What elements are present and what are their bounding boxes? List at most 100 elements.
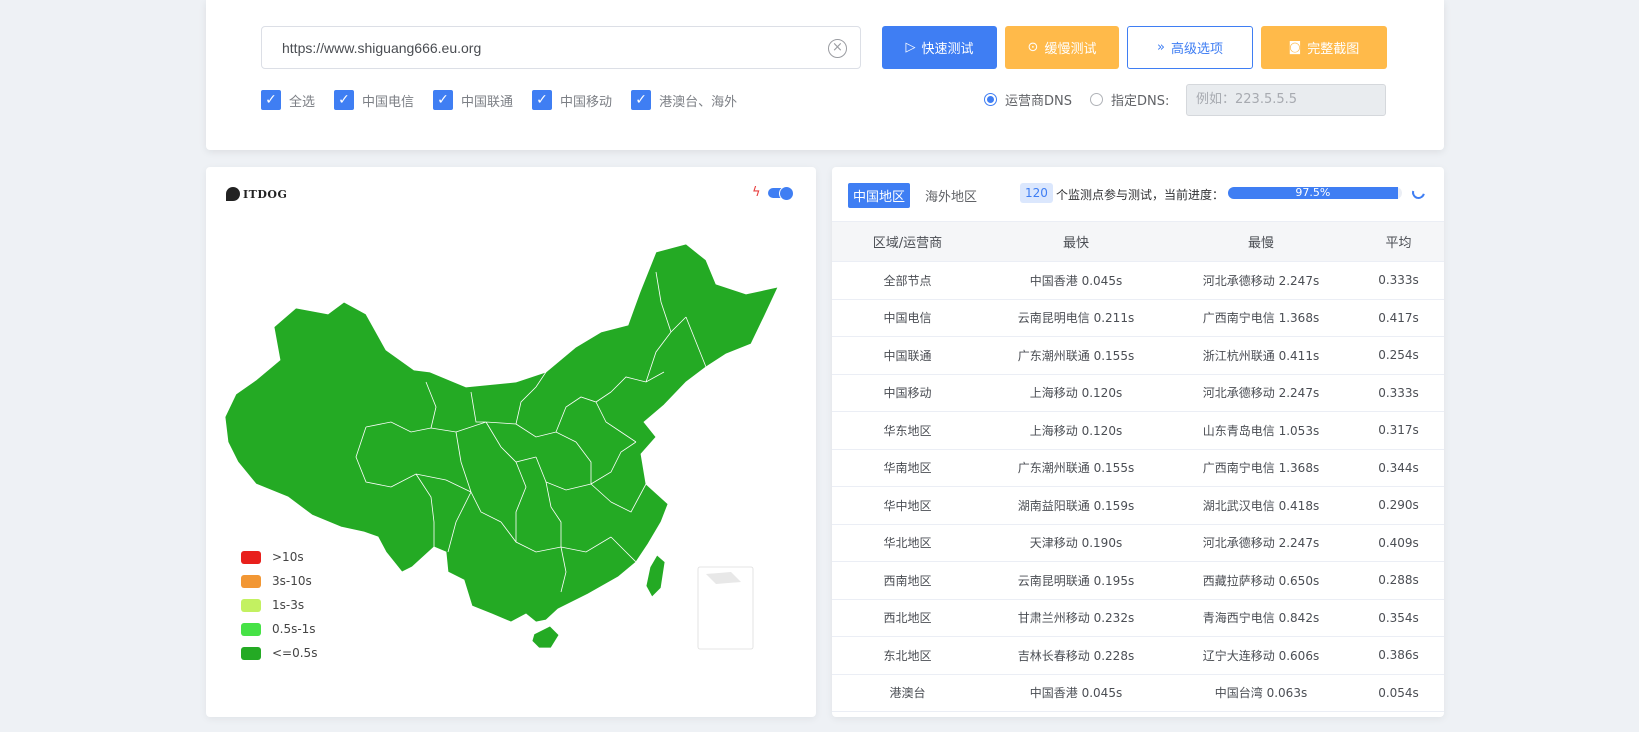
check-icon[interactable]: ✓	[631, 90, 652, 110]
camera-icon: ◙	[1288, 40, 1302, 55]
lightning-icon: ϟ	[752, 185, 761, 200]
column-header-average[interactable]: 平均	[1353, 221, 1444, 262]
cell-region: 全部节点	[832, 261, 983, 300]
column-header-region[interactable]: 区域/运营商	[832, 221, 983, 262]
filter-label: 中国电信	[362, 94, 415, 110]
check-icon[interactable]: ✓	[433, 90, 454, 110]
cell-slowest: 河北承德移动 2.247s	[1169, 524, 1353, 562]
tab-china[interactable]: 中国地区	[848, 183, 911, 208]
dog-icon	[226, 187, 240, 201]
cell-fastest: 湖南益阳联通 0.159s	[983, 486, 1169, 525]
filter-label: 全选	[289, 94, 316, 110]
table-row[interactable]: 华东地区 上海移动 0.120s 山东青岛电信 1.053s 0.317s	[832, 411, 1444, 450]
progress-bar-fill: 97.5%	[1228, 187, 1398, 199]
table-row[interactable]: 西南地区 云南昆明联通 0.195s 西藏拉萨移动 0.650s 0.288s	[832, 561, 1444, 600]
map-region-taiwan	[645, 554, 666, 598]
table-row[interactable]: 中国联通 广东潮州联通 0.155s 浙江杭州联通 0.411s 0.254s	[832, 336, 1444, 375]
table-row[interactable]: 港澳台 中国香港 0.045s 中国台湾 0.063s 0.054s	[832, 674, 1444, 712]
cell-slowest: 西藏拉萨移动 0.650s	[1169, 561, 1353, 600]
close-circle-icon[interactable]: ×	[828, 39, 847, 58]
legend-item: >10s	[241, 545, 317, 569]
table-row[interactable]: 中国电信 云南昆明电信 0.211s 广西南宁电信 1.368s 0.417s	[832, 299, 1444, 337]
cell-region: 西南地区	[832, 561, 983, 600]
test-form-panel: https://www.shiguang666.eu.org × ▷ 快速测试 …	[206, 0, 1444, 150]
legend-label: 1s-3s	[272, 598, 305, 612]
check-icon[interactable]: ✓	[532, 90, 553, 110]
loading-spinner-icon	[1409, 183, 1428, 202]
isp-dns-radio[interactable]	[984, 93, 997, 106]
cell-average: 0.344s	[1353, 449, 1444, 487]
map-legend: >10s 3s-10s 1s-3s 0.5s-1s <=0.5s	[241, 545, 317, 665]
progress-bar: 97.5%	[1228, 187, 1402, 199]
table-row[interactable]: 全部节点 中国香港 0.045s 河北承德移动 2.247s 0.333s	[832, 261, 1444, 300]
url-input[interactable]: https://www.shiguang666.eu.org ×	[261, 26, 861, 69]
south-sea-islands	[706, 572, 741, 584]
fast-test-label: 快速测试	[921, 42, 974, 57]
double-chevron-down-icon: »	[1157, 40, 1165, 55]
custom-dns-label[interactable]: 指定DNS:	[1111, 90, 1169, 109]
cell-fastest: 上海移动 0.120s	[983, 411, 1169, 450]
filter-all-checkbox[interactable]: ✓ 全选	[261, 90, 315, 110]
legend-item: 0.5s-1s	[241, 617, 317, 641]
column-header-slowest[interactable]: 最慢	[1169, 221, 1353, 262]
column-header-fastest[interactable]: 最快	[983, 221, 1169, 262]
cell-region: 华南地区	[832, 449, 983, 487]
cell-average: 0.054s	[1353, 674, 1444, 712]
isp-filter-group: ✓ 全选 ✓ 中国电信 ✓ 中国联通 ✓ 中国移动 ✓ 港澳台、海外	[261, 90, 756, 110]
play-circle-icon: ⊙	[1027, 40, 1039, 55]
itdog-logo: ITDOG	[226, 187, 287, 201]
custom-dns-radio[interactable]	[1090, 93, 1103, 106]
cell-fastest: 云南昆明电信 0.211s	[983, 299, 1169, 337]
slow-test-button[interactable]: ⊙ 缓慢测试	[1005, 26, 1119, 69]
logo-text: ITDOG	[243, 187, 288, 201]
table-row[interactable]: 东北地区 吉林长春移动 0.228s 辽宁大连移动 0.606s 0.386s	[832, 636, 1444, 675]
cell-fastest: 甘肃兰州移动 0.232s	[983, 599, 1169, 637]
check-icon[interactable]: ✓	[334, 90, 355, 110]
filter-telecom-checkbox[interactable]: ✓ 中国电信	[334, 90, 414, 110]
cell-slowest: 浙江杭州联通 0.411s	[1169, 336, 1353, 375]
cell-fastest: 广东潮州联通 0.155s	[983, 449, 1169, 487]
table-row[interactable]: 华北地区 天津移动 0.190s 河北承德移动 2.247s 0.409s	[832, 524, 1444, 562]
advanced-options-button[interactable]: » 高级选项	[1127, 26, 1253, 69]
table-row[interactable]: 中国移动 上海移动 0.120s 河北承德移动 2.247s 0.333s	[832, 374, 1444, 412]
cell-region: 港澳台	[832, 674, 983, 712]
cell-average: 0.290s	[1353, 486, 1444, 525]
cell-region: 中国移动	[832, 374, 983, 412]
cell-fastest: 吉林长春移动 0.228s	[983, 636, 1169, 675]
check-icon[interactable]: ✓	[261, 90, 281, 110]
filter-overseas-checkbox[interactable]: ✓ 港澳台、海外	[631, 90, 737, 110]
fast-test-button[interactable]: ▷ 快速测试	[882, 26, 997, 69]
dns-options: 运营商DNS 指定DNS:	[984, 90, 1169, 109]
isp-dns-label[interactable]: 运营商DNS	[1005, 90, 1072, 109]
cell-slowest: 青海西宁电信 0.842s	[1169, 599, 1353, 637]
custom-dns-input[interactable]: 例如：223.5.5.5	[1186, 84, 1386, 116]
tab-overseas[interactable]: 海外地区	[920, 183, 982, 208]
play-icon: ▷	[905, 40, 916, 55]
table-row[interactable]: 华南地区 广东潮州联通 0.155s 广西南宁电信 1.368s 0.344s	[832, 449, 1444, 487]
filter-unicom-checkbox[interactable]: ✓ 中国联通	[433, 90, 513, 110]
filter-mobile-checkbox[interactable]: ✓ 中国移动	[532, 90, 612, 110]
cell-region: 华东地区	[832, 411, 983, 450]
cell-average: 0.254s	[1353, 336, 1444, 375]
legend-label: 3s-10s	[272, 574, 312, 588]
legend-label: >10s	[272, 550, 304, 564]
cell-fastest: 中国香港 0.045s	[983, 261, 1169, 300]
cell-slowest: 河北承德移动 2.247s	[1169, 374, 1353, 412]
legend-swatch	[241, 598, 261, 612]
legend-label: 0.5s-1s	[272, 622, 316, 636]
advanced-options-label: 高级选项	[1170, 42, 1223, 57]
cell-fastest: 中国香港 0.045s	[983, 674, 1169, 712]
legend-swatch	[241, 646, 261, 660]
url-input-value[interactable]: https://www.shiguang666.eu.org	[282, 40, 481, 56]
results-table: 区域/运营商 最快 最慢 平均 全部节点 中国香港 0.045s 河北承德移动 2.…	[832, 221, 1444, 712]
cell-region: 东北地区	[832, 636, 983, 675]
cell-slowest: 湖北武汉电信 0.418s	[1169, 486, 1353, 525]
table-row[interactable]: 西北地区 甘肃兰州移动 0.232s 青海西宁电信 0.842s 0.354s	[832, 599, 1444, 637]
screenshot-button[interactable]: ◙ 完整截图	[1261, 26, 1387, 69]
cell-slowest: 中国台湾 0.063s	[1169, 674, 1353, 712]
table-row[interactable]: 华中地区 湖南益阳联通 0.159s 湖北武汉电信 0.418s 0.290s	[832, 486, 1444, 525]
cell-average: 0.386s	[1353, 636, 1444, 675]
filter-label: 中国联通	[461, 94, 514, 110]
map-toggle-switch[interactable]	[768, 186, 794, 201]
cell-fastest: 天津移动 0.190s	[983, 524, 1169, 562]
